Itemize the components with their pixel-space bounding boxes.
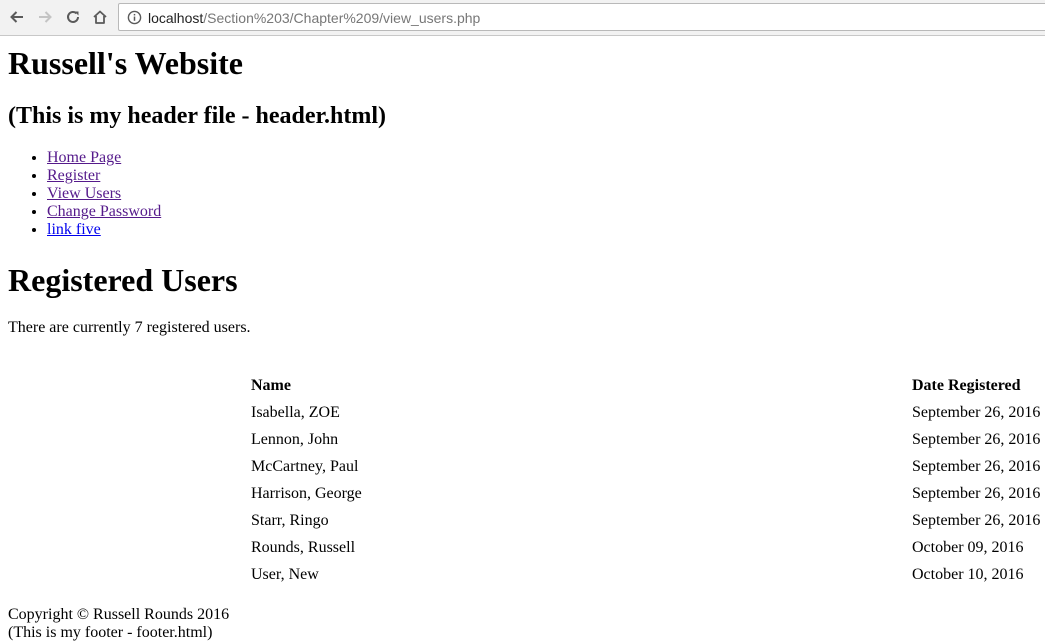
back-arrow-icon bbox=[10, 11, 23, 23]
footer-copyright: Copyright © Russell Rounds 2016 bbox=[8, 606, 230, 623]
forward-button[interactable] bbox=[33, 5, 57, 29]
cell-name: Lennon, John bbox=[251, 431, 339, 448]
info-icon[interactable] bbox=[127, 10, 142, 30]
home-button[interactable] bbox=[88, 5, 112, 29]
cell-date: September 26, 2016 bbox=[912, 458, 1041, 475]
url-host: localhost bbox=[148, 10, 204, 26]
cell-name: Rounds, Russell bbox=[251, 539, 356, 556]
nav-list: Home Page Register View Users Change Pas… bbox=[7, 149, 161, 239]
reload-icon bbox=[67, 10, 79, 23]
page-heading: Registered Users bbox=[8, 262, 238, 298]
cell-date: September 26, 2016 bbox=[912, 431, 1041, 448]
cell-name: Starr, Ringo bbox=[251, 512, 329, 529]
header-subtitle: (This is my header file - header.html) bbox=[8, 103, 386, 129]
footer-note: (This is my footer - footer.html) bbox=[8, 624, 213, 641]
footer: Copyright © Russell Rounds 2016 (This is… bbox=[8, 606, 229, 642]
cell-date: September 26, 2016 bbox=[912, 512, 1041, 529]
cell-date: October 09, 2016 bbox=[912, 539, 1024, 556]
nav-link-five[interactable]: link five bbox=[47, 221, 101, 238]
column-header-name: Name bbox=[251, 377, 291, 394]
nav-item: link five bbox=[47, 221, 161, 239]
column-header-date: Date Registered bbox=[912, 377, 1021, 394]
cell-date: September 26, 2016 bbox=[912, 404, 1041, 421]
address-bar[interactable]: localhost/Section%203/Chapter%209/view_u… bbox=[118, 3, 1045, 31]
nav-item: Register bbox=[47, 167, 161, 185]
nav-item: Home Page bbox=[47, 149, 161, 167]
cell-name: Isabella, ZOE bbox=[251, 404, 340, 421]
nav-link-view-users[interactable]: View Users bbox=[47, 185, 121, 202]
cell-name: McCartney, Paul bbox=[251, 458, 359, 475]
url-text: localhost/Section%203/Chapter%209/view_u… bbox=[148, 10, 480, 26]
nav-link-change-password[interactable]: Change Password bbox=[47, 203, 161, 220]
cell-date: September 26, 2016 bbox=[912, 485, 1041, 502]
reload-button[interactable] bbox=[61, 5, 85, 29]
back-button[interactable] bbox=[5, 5, 29, 29]
url-path: /Section%203/Chapter%209/view_users.php bbox=[203, 10, 481, 26]
nav-item: Change Password bbox=[47, 203, 161, 221]
cell-date: October 10, 2016 bbox=[912, 566, 1024, 583]
cell-name: Harrison, George bbox=[251, 485, 362, 502]
cell-name: User, New bbox=[251, 566, 319, 583]
nav-link-home[interactable]: Home Page bbox=[47, 149, 121, 166]
nav-link-register[interactable]: Register bbox=[47, 167, 100, 184]
forward-arrow-icon bbox=[39, 11, 52, 23]
user-count-text: There are currently 7 registered users. bbox=[8, 319, 251, 336]
browser-toolbar: localhost/Section%203/Chapter%209/view_u… bbox=[0, 0, 1045, 36]
home-icon bbox=[93, 10, 107, 24]
nav-item: View Users bbox=[47, 185, 161, 203]
site-title: Russell's Website bbox=[8, 45, 243, 81]
